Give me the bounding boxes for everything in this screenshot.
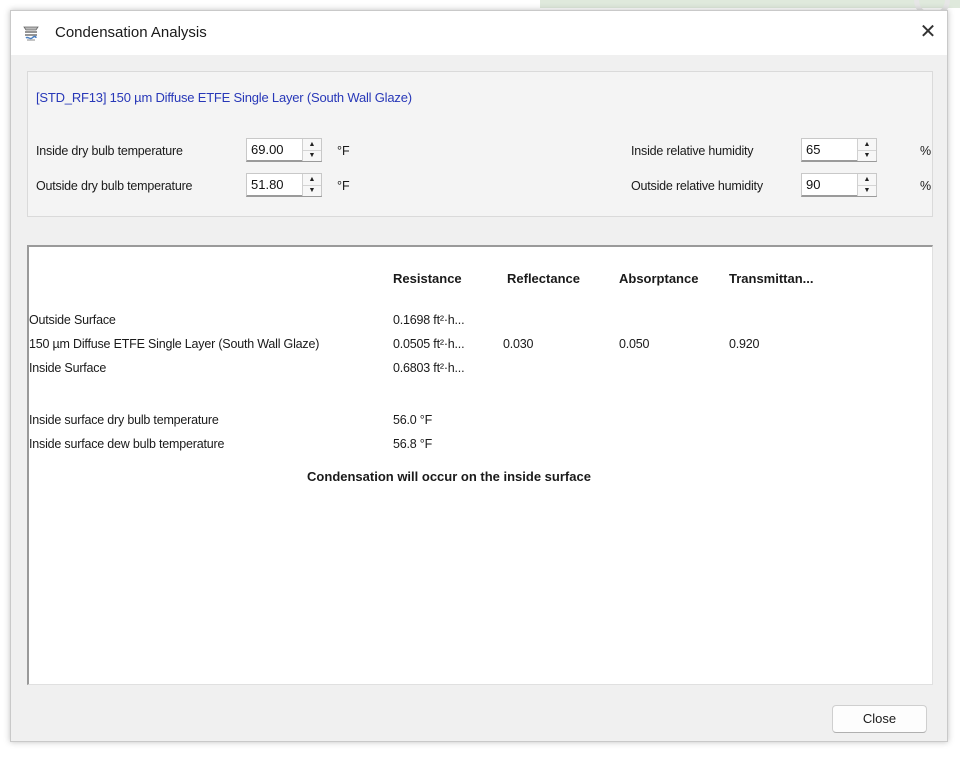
outside-dry-bulb-unit: °F — [337, 179, 350, 193]
surface-dry-bulb-label: Inside surface dry bulb temperature — [29, 413, 219, 427]
decrement-arrow-icon[interactable]: ▼ — [303, 150, 321, 161]
outside-rh-label: Outside relative humidity — [631, 179, 763, 193]
row-outside-surface-name: Outside Surface — [29, 313, 116, 327]
header-transmittance: Transmittan... — [729, 271, 814, 286]
outside-rh-stepper[interactable]: 90 ▲ ▼ — [801, 173, 877, 197]
inside-dry-bulb-label: Inside dry bulb temperature — [36, 144, 183, 158]
header-absorptance: Absorptance — [619, 271, 699, 286]
outside-dry-bulb-spin-buttons[interactable]: ▲ ▼ — [302, 174, 321, 196]
background-accent-bar — [540, 0, 960, 8]
material-title: [STD_RF13] 150 µm Diffuse ETFE Single La… — [36, 90, 412, 105]
row-etfe-layer-resistance: 0.0505 ft²·h... — [393, 337, 465, 351]
header-resistance: Resistance — [393, 271, 462, 286]
outside-dry-bulb-label: Outside dry bulb temperature — [36, 179, 193, 193]
inside-rh-spin-buttons[interactable]: ▲ ▼ — [857, 139, 876, 161]
inside-dry-bulb-unit: °F — [337, 144, 350, 158]
inside-rh-label: Inside relative humidity — [631, 144, 754, 158]
outside-dry-bulb-stepper[interactable]: 51.80 ▲ ▼ — [246, 173, 322, 197]
surface-dry-bulb-value: 56.0 °F — [393, 413, 433, 427]
close-icon[interactable]: ✕ — [913, 17, 943, 47]
condensation-analysis-dialog: Condensation Analysis ✕ [STD_RF13] 150 µ… — [10, 10, 948, 742]
outside-rh-value[interactable]: 90 — [806, 177, 820, 192]
row-etfe-layer-absorptance: 0.050 — [619, 337, 650, 351]
row-etfe-layer-transmittance: 0.920 — [729, 337, 760, 351]
outside-rh-unit: % — [920, 179, 932, 193]
close-button[interactable]: Close — [832, 705, 927, 733]
row-etfe-layer-reflectance: 0.030 — [503, 337, 534, 351]
surface-dew-bulb-value: 56.8 °F — [393, 437, 433, 451]
results-panel[interactable]: Resistance Reflectance Absorptance Trans… — [27, 245, 933, 685]
inside-rh-unit: % — [920, 144, 932, 158]
parameters-panel: [STD_RF13] 150 µm Diffuse ETFE Single La… — [27, 71, 933, 217]
outside-rh-spin-buttons[interactable]: ▲ ▼ — [857, 174, 876, 196]
header-reflectance: Reflectance — [507, 271, 580, 286]
outside-dry-bulb-value[interactable]: 51.80 — [251, 177, 284, 192]
row-etfe-layer-name: 150 µm Diffuse ETFE Single Layer (South … — [29, 337, 320, 351]
inside-dry-bulb-spin-buttons[interactable]: ▲ ▼ — [302, 139, 321, 161]
decrement-arrow-icon[interactable]: ▼ — [858, 185, 876, 196]
decrement-arrow-icon[interactable]: ▼ — [858, 150, 876, 161]
title-bar[interactable]: Condensation Analysis ✕ — [11, 11, 947, 55]
decrement-arrow-icon[interactable]: ▼ — [303, 185, 321, 196]
inside-rh-value[interactable]: 65 — [806, 142, 820, 157]
inside-rh-stepper[interactable]: 65 ▲ ▼ — [801, 138, 877, 162]
inside-dry-bulb-stepper[interactable]: 69.00 ▲ ▼ — [246, 138, 322, 162]
inside-dry-bulb-value[interactable]: 69.00 — [251, 142, 284, 157]
condensation-message: Condensation will occur on the inside su… — [307, 469, 591, 484]
row-inside-surface-resistance: 0.6803 ft²·h... — [393, 361, 465, 375]
window-title: Condensation Analysis — [55, 24, 207, 41]
row-outside-surface-resistance: 0.1698 ft²·h... — [393, 313, 465, 327]
surface-dew-bulb-label: Inside surface dew bulb temperature — [29, 437, 225, 451]
row-inside-surface-name: Inside Surface — [29, 361, 107, 375]
radiator-icon — [21, 23, 41, 43]
